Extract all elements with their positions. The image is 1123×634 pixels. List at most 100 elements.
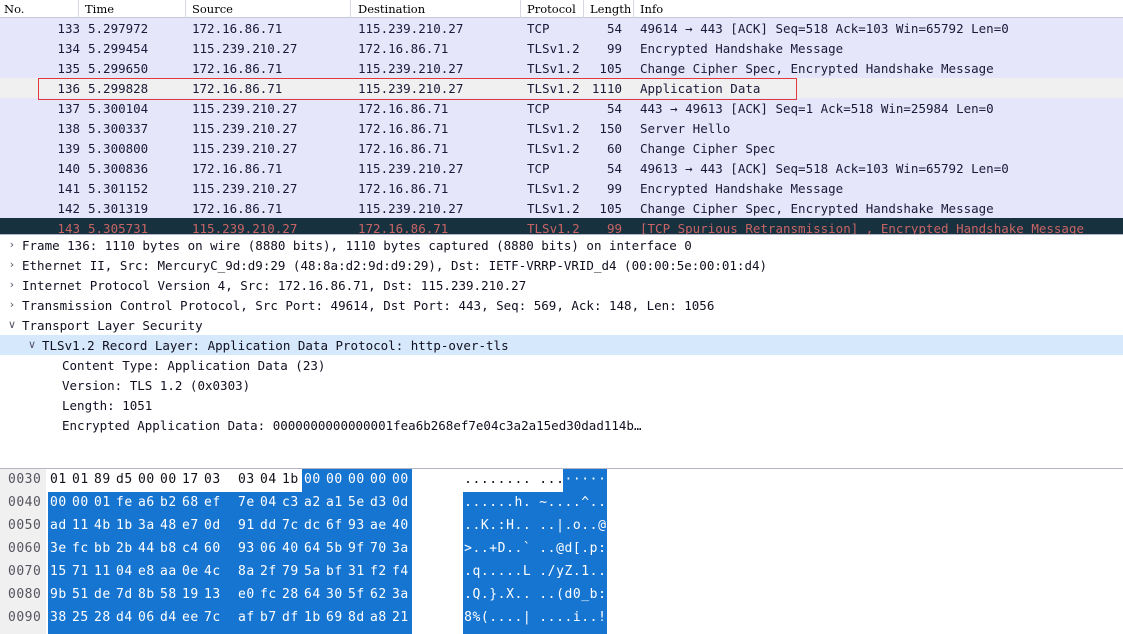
hex-byte[interactable]: fc xyxy=(72,541,94,556)
hex-byte[interactable]: ae xyxy=(370,518,392,533)
detail-tree-row[interactable]: Version: TLS 1.2 (0x0303) xyxy=(0,375,1123,395)
hex-byte[interactable]: c3 xyxy=(282,495,304,510)
hex-byte[interactable]: 00 xyxy=(348,472,370,487)
hex-byte[interactable]: 00 xyxy=(72,495,94,510)
hexdump-row[interactable]: 0060 3e fc bb 2b 44 b8 c4 60 93 06 40 64 5b 9f 70 3a >.. +… xyxy=(0,538,1123,561)
ascii-area[interactable]: 8%(.... |.... i..! xyxy=(463,607,608,630)
hex-byte[interactable]: 2f xyxy=(260,564,282,579)
hex-byte[interactable]: f4 xyxy=(392,564,414,579)
hex-byte[interactable]: 06 xyxy=(138,610,160,625)
table-row[interactable]: 140 5.300836 172.16.86.71 115.239.210.27 TCP… xyxy=(0,158,1123,178)
hex-byte[interactable]: 01 xyxy=(72,472,94,487)
hex-byte[interactable]: 00 xyxy=(304,472,326,487)
hex-byte[interactable]: 7e xyxy=(238,495,260,510)
packet-list-pane[interactable]: No. Time Source Destination Protocol Length In… xyxy=(0,0,1123,234)
column-divider[interactable] xyxy=(583,0,584,18)
hex-byte[interactable]: a1 xyxy=(326,495,348,510)
hex-byte[interactable]: 64 xyxy=(304,541,326,556)
detail-tree-row[interactable]: ∨ TLSv1.2 Record Layer: Application Data … xyxy=(0,335,1123,355)
hex-bytes-area[interactable]: 3e fc bb 2b 44 b8 c4 60 93 06 40 64 5b 9f 70 3a xyxy=(48,538,454,561)
hex-byte[interactable]: 5a xyxy=(304,564,326,579)
hex-byte[interactable]: 1b xyxy=(282,472,304,487)
hex-byte[interactable]: ee xyxy=(182,610,204,625)
hex-byte[interactable]: 5b xyxy=(326,541,348,556)
table-row[interactable]: 143 5.305731 115.239.210.27 172.16.86.71 TLS… xyxy=(0,218,1123,234)
hex-byte[interactable]: 1b xyxy=(116,518,138,533)
hex-byte[interactable]: 4b xyxy=(94,518,116,533)
detail-tree-row[interactable]: Content Type: Application Data (23) xyxy=(0,355,1123,375)
hex-byte[interactable]: 03 xyxy=(238,472,260,487)
hex-byte[interactable]: de xyxy=(94,587,116,602)
detail-tree-row[interactable]: › Transmission Control Protocol, Src Port… xyxy=(0,295,1123,315)
hex-byte[interactable]: 58 xyxy=(160,587,182,602)
hex-byte[interactable]: 7c xyxy=(204,610,226,625)
chevron-right-icon[interactable]: › xyxy=(6,238,18,251)
hex-bytes-area[interactable]: 01 01 89 d5 00 00 17 03 03 04 1b 00 00 00 00 00 xyxy=(50,469,454,492)
hex-byte[interactable]: 44 xyxy=(138,541,160,556)
column-header-source[interactable]: Source xyxy=(192,2,233,16)
hexdump-row[interactable]: 0040 00 00 01 fe a6 b2 68 ef 7e 04 c3 a2 a1 5e d3 0d....… xyxy=(0,492,1123,515)
table-row[interactable]: 135 5.299650 172.16.86.71 115.239.210.27 TLS… xyxy=(0,58,1123,78)
hexdump-row[interactable]: 0030 01 01 89 d5 00 00 17 03 03 04 1b 00 00 00 00 00....… xyxy=(0,469,1123,492)
table-row[interactable]: 136 5.299828 172.16.86.71 115.239.210.27 TLS… xyxy=(0,78,1123,98)
column-divider[interactable] xyxy=(185,0,186,18)
hex-byte[interactable]: c4 xyxy=(182,541,204,556)
column-header-destination[interactable]: Destination xyxy=(358,2,425,16)
hex-byte[interactable]: 40 xyxy=(282,541,304,556)
packet-details-pane[interactable]: › Frame 136: 1110 bytes on wire (8880 bit… xyxy=(0,234,1123,468)
hex-byte[interactable]: 00 xyxy=(370,472,392,487)
hex-byte[interactable]: 6f xyxy=(326,518,348,533)
hex-byte[interactable]: f2 xyxy=(370,564,392,579)
ascii-area[interactable]: . q..... L. / y Z. 1.. xyxy=(463,561,608,584)
table-row[interactable]: 134 5.299454 115.239.210.27 172.16.86.71 TLS… xyxy=(0,38,1123,58)
hex-byte[interactable]: 00 xyxy=(50,495,72,510)
hex-byte[interactable]: e7 xyxy=(182,518,204,533)
hex-byte[interactable]: a8 xyxy=(370,610,392,625)
hex-byte[interactable]: 01 xyxy=(50,472,72,487)
ascii-area[interactable]: . Q.}. X....(d 0 _ b: xyxy=(463,584,608,607)
column-header-length[interactable]: Length xyxy=(590,2,631,16)
ascii-area[interactable]: .. K.: H.... |. o.. @ xyxy=(463,515,608,538)
hex-byte[interactable]: 93 xyxy=(238,541,260,556)
hex-byte[interactable]: ef xyxy=(204,495,226,510)
hex-byte[interactable]: aa xyxy=(160,564,182,579)
ascii-area[interactable]: >.. + D.. `.. @ d[. p: xyxy=(463,538,608,561)
hex-bytes-area[interactable]: 90dd31d14495f6eaae7714cc67d2c7ff xyxy=(48,630,454,634)
hex-byte[interactable]: 9f xyxy=(348,541,370,556)
hex-bytes-area[interactable]: 15 71 11 04 e8 aa 0e 4c 8a 2f 79 5a bf 31 f2 f4 xyxy=(48,561,454,584)
hex-byte[interactable]: 69 xyxy=(326,610,348,625)
hex-byte[interactable]: 06 xyxy=(260,541,282,556)
hex-byte[interactable]: dc xyxy=(304,518,326,533)
hex-bytes-area[interactable]: 38 25 28 d4 06 d4 ee 7c af b7 df 1b 69 8d a8 21 xyxy=(48,607,454,630)
column-header-protocol[interactable]: Protocol xyxy=(527,2,576,16)
hex-byte[interactable]: 5f xyxy=(348,587,370,602)
hex-byte[interactable]: 71 xyxy=(72,564,94,579)
chevron-right-icon[interactable]: › xyxy=(6,278,18,291)
hex-bytes-area[interactable]: ad 11 4b 1b 3a 48 e7 0d 91 dd 7c dc 6f 93 ae 40 xyxy=(48,515,454,538)
packet-list-header[interactable]: No. Time Source Destination Protocol Length In… xyxy=(0,0,1123,18)
hex-byte[interactable]: 9b xyxy=(50,587,72,602)
hex-byte[interactable]: 30 xyxy=(326,587,348,602)
hex-byte[interactable]: a6 xyxy=(138,495,160,510)
hex-byte[interactable]: 62 xyxy=(370,587,392,602)
hex-byte[interactable]: 7d xyxy=(116,587,138,602)
hex-byte[interactable]: b2 xyxy=(160,495,182,510)
hex-byte[interactable]: 89 xyxy=(94,472,116,487)
chevron-down-icon[interactable]: ∨ xyxy=(6,318,18,331)
table-row[interactable]: 137 5.300104 115.239.210.27 172.16.86.71 TCP… xyxy=(0,98,1123,118)
column-divider[interactable] xyxy=(78,0,79,18)
column-divider[interactable] xyxy=(350,0,351,18)
hex-byte[interactable]: ad xyxy=(50,518,72,533)
hex-byte[interactable]: d4 xyxy=(116,610,138,625)
hex-byte[interactable]: 25 xyxy=(72,610,94,625)
hex-byte[interactable]: 51 xyxy=(72,587,94,602)
ascii-area[interactable]: ..1.D....w..g... xyxy=(463,630,608,634)
packet-bytes-pane[interactable]: 0030 01 01 89 d5 00 00 17 03 03 04 1b 00 00 00 00 00....… xyxy=(0,468,1123,634)
chevron-right-icon[interactable]: › xyxy=(6,258,18,271)
ascii-area[interactable]: ...... h. ~.... ^.. xyxy=(463,492,608,515)
detail-tree-row[interactable]: › Internet Protocol Version 4, Src: 172.1… xyxy=(0,275,1123,295)
hex-byte[interactable]: 15 xyxy=(50,564,72,579)
table-row[interactable]: 138 5.300337 115.239.210.27 172.16.86.71 TLS… xyxy=(0,118,1123,138)
hex-byte[interactable]: b8 xyxy=(160,541,182,556)
hex-byte[interactable]: 04 xyxy=(116,564,138,579)
